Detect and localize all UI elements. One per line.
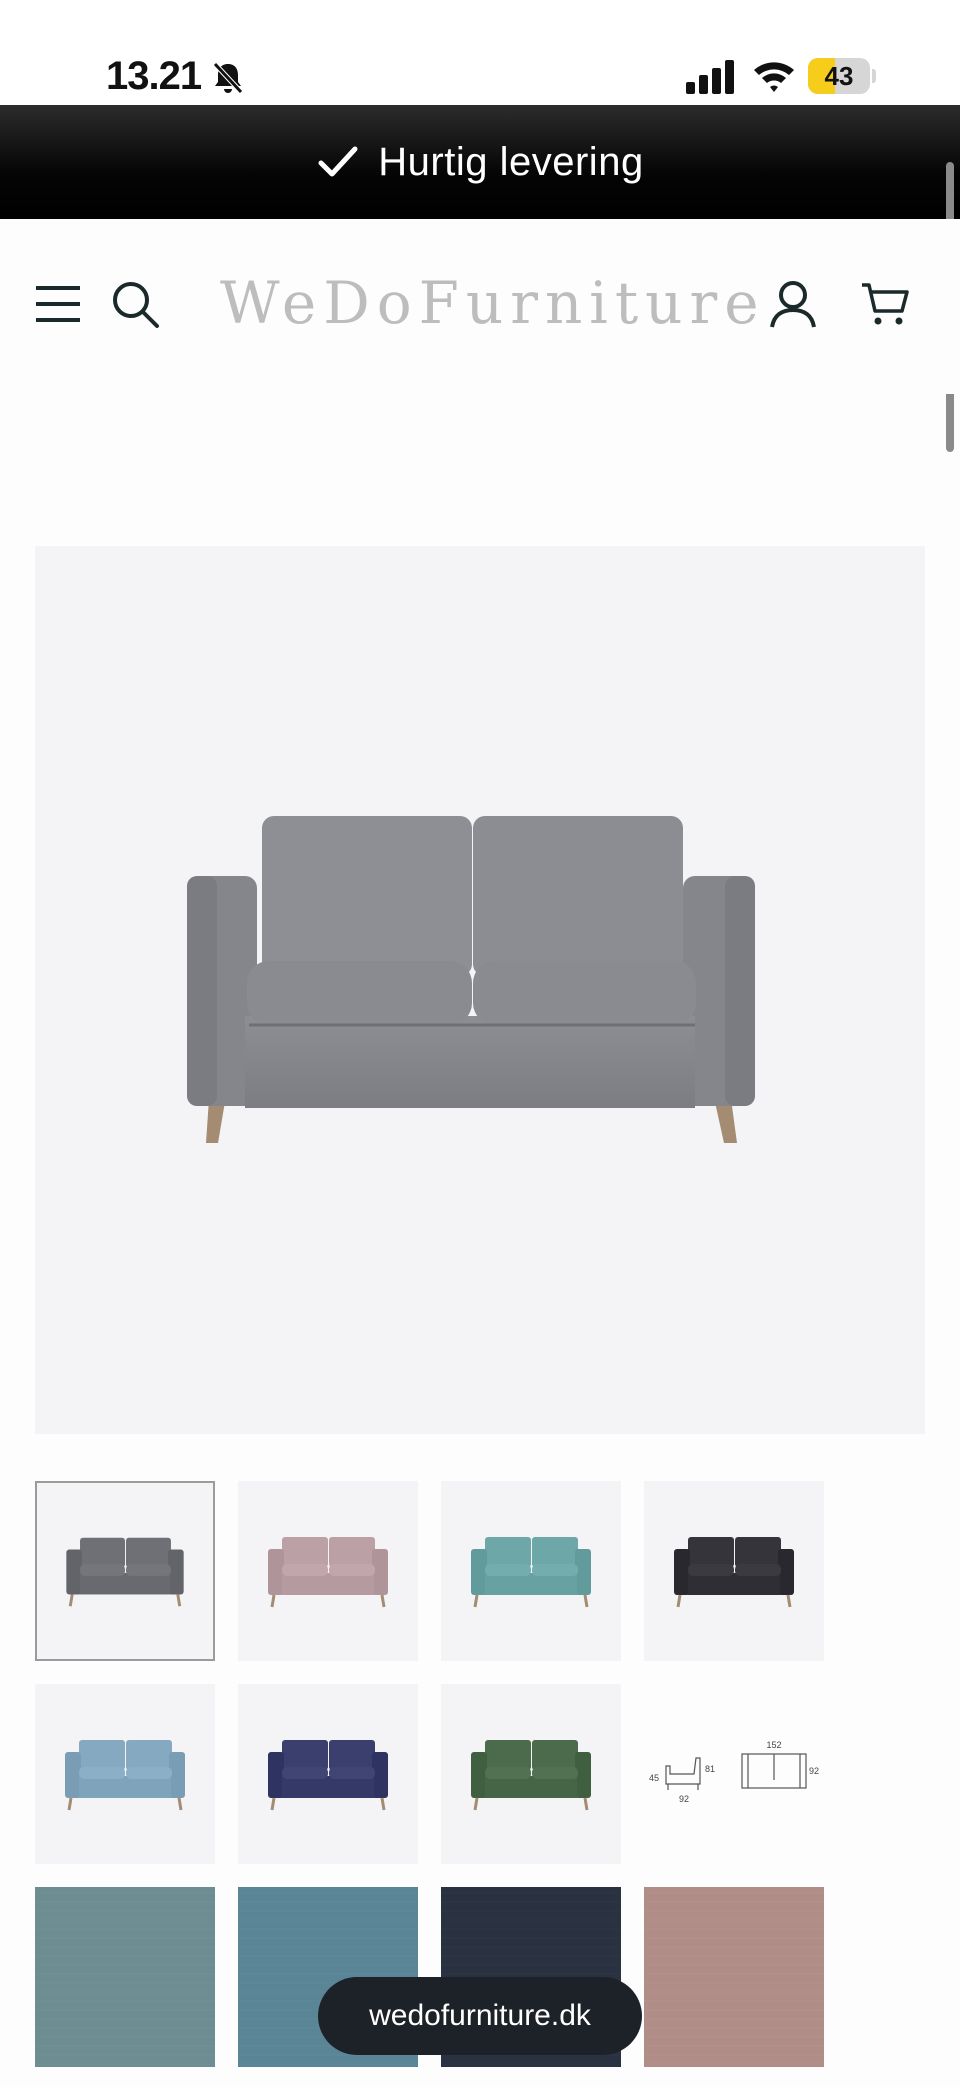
sofa-thumbnail-image <box>268 1537 388 1608</box>
thumbnail-sofa[interactable] <box>238 1684 418 1864</box>
muted-bell-icon <box>213 62 243 94</box>
thumbnail-sofa[interactable] <box>644 1481 824 1661</box>
product-main-image[interactable] <box>35 546 925 1434</box>
thumbnail-sofa[interactable] <box>238 1481 418 1661</box>
svg-text:92: 92 <box>679 1794 689 1804</box>
thumbnail-sofa[interactable] <box>35 1684 215 1864</box>
sofa-image <box>187 816 755 1143</box>
status-time: 13.21 <box>106 54 202 98</box>
url-text: wedofurniture.dk <box>369 1999 591 2032</box>
sofa-thumbnail-image <box>268 1740 388 1811</box>
announcement-bar: Hurtig levering <box>0 105 960 219</box>
sofa-thumbnail-image <box>471 1537 591 1608</box>
sofa-thumbnail-image <box>674 1537 794 1608</box>
svg-text:45: 45 <box>649 1773 659 1783</box>
browser-url-bar[interactable]: wedofurniture.dk <box>318 1977 642 2055</box>
search-icon[interactable] <box>110 279 160 329</box>
cell-signal-icon <box>686 60 734 94</box>
fabric-swatch-image <box>35 1887 215 2067</box>
account-icon[interactable] <box>768 279 818 329</box>
svg-text:92: 92 <box>809 1766 819 1776</box>
sofa-thumbnail-image <box>471 1740 591 1811</box>
check-icon <box>318 146 358 177</box>
thumbnail-sofa[interactable] <box>441 1684 621 1864</box>
cart-icon[interactable] <box>860 281 910 327</box>
battery-level: 43 <box>824 61 854 91</box>
dimension-diagram[interactable]: 45 81 92 152 92 <box>644 1684 824 1864</box>
status-bar: 13.21 43 <box>0 0 960 105</box>
thumbnail-sofa[interactable] <box>35 1481 215 1661</box>
fabric-swatch[interactable] <box>644 1887 824 2067</box>
site-header: WeDoFurniture <box>0 219 960 394</box>
wifi-icon <box>754 62 794 92</box>
fabric-swatch-image <box>644 1887 824 2067</box>
battery-indicator: 43 <box>808 58 876 94</box>
thumbnail-sofa[interactable] <box>441 1481 621 1661</box>
fabric-swatch[interactable] <box>35 1887 215 2067</box>
dimension-diagram-image: 45 81 92 152 92 <box>649 1740 819 1804</box>
announcement-text: Hurtig levering <box>378 139 644 184</box>
svg-text:81: 81 <box>705 1764 715 1774</box>
sofa-thumbnail-image <box>65 1740 185 1811</box>
site-logo[interactable]: WeDoFurniture <box>220 269 759 337</box>
menu-icon[interactable] <box>34 284 82 324</box>
sofa-thumbnail-image <box>66 1537 184 1607</box>
svg-text:152: 152 <box>766 1740 781 1750</box>
